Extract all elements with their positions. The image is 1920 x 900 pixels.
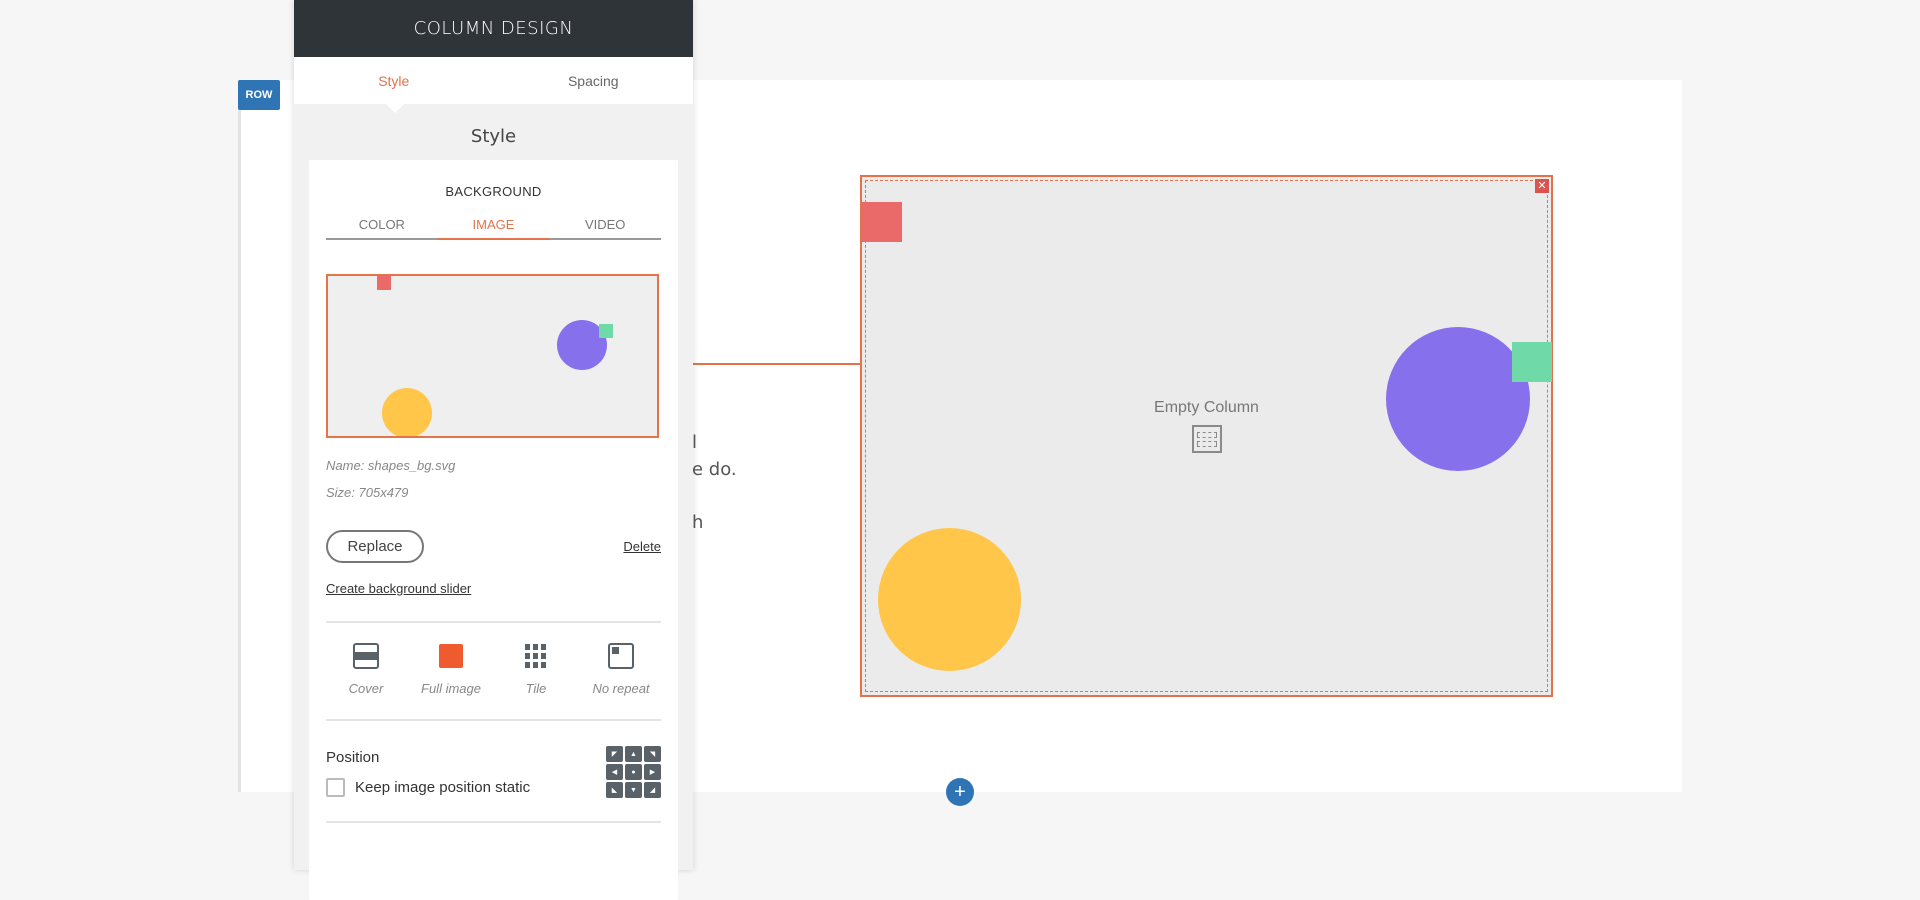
mode-tile[interactable]: Tile bbox=[496, 643, 576, 696]
keep-position-static-label: Keep image position static bbox=[355, 779, 531, 796]
keep-position-static-checkbox[interactable]: Keep image position static bbox=[326, 778, 530, 797]
tile-icon bbox=[523, 643, 549, 669]
delete-link[interactable]: Delete bbox=[623, 539, 661, 554]
tab-color[interactable]: COLOR bbox=[326, 217, 438, 240]
yellow-circle-shape bbox=[382, 388, 432, 436]
column-design-panel: COLUMN DESIGN Style Spacing Style BACKGR… bbox=[294, 0, 694, 900]
red-square-shape bbox=[377, 276, 391, 290]
divider bbox=[326, 719, 661, 721]
tab-style[interactable]: Style bbox=[294, 57, 494, 104]
arrow-up-left-icon[interactable]: ◤ bbox=[606, 746, 623, 762]
image-name: Name: shapes_bg.svg bbox=[326, 458, 456, 473]
center-dot-icon[interactable]: ● bbox=[625, 764, 642, 780]
empty-column-icon bbox=[1191, 425, 1222, 453]
row-badge[interactable]: ROW bbox=[238, 80, 280, 110]
full-image-icon bbox=[438, 643, 464, 669]
add-row-button[interactable]: + bbox=[946, 778, 974, 806]
mode-label: No repeat bbox=[592, 681, 650, 696]
arrow-down-right-icon[interactable]: ◢ bbox=[644, 782, 661, 798]
background-text-line: h bbox=[692, 512, 704, 533]
panel-tabs: Style Spacing bbox=[294, 57, 694, 113]
empty-column-label: Empty Column bbox=[1154, 399, 1259, 416]
tab-image[interactable]: IMAGE bbox=[437, 217, 550, 240]
arrow-down-left-icon[interactable]: ◣ bbox=[606, 782, 623, 798]
active-tab-caret bbox=[386, 104, 404, 113]
cover-icon bbox=[353, 643, 379, 669]
mode-full-image[interactable]: Full image bbox=[411, 643, 491, 696]
no-repeat-icon bbox=[608, 643, 634, 669]
arrow-up-right-icon[interactable]: ◥ bbox=[644, 746, 661, 762]
image-fit-modes: Cover Full image Tile No repeat bbox=[326, 643, 661, 696]
mode-cover[interactable]: Cover bbox=[326, 643, 406, 696]
mode-label: Tile bbox=[525, 681, 547, 696]
green-square-shape bbox=[599, 324, 613, 338]
position-label: Position bbox=[326, 749, 380, 766]
red-square-shape bbox=[862, 202, 902, 242]
divider bbox=[326, 621, 661, 623]
background-type-tabs: COLOR IMAGE VIDEO bbox=[326, 217, 661, 240]
image-size: Size: 705x479 bbox=[326, 485, 409, 500]
checkbox-box[interactable] bbox=[326, 778, 345, 797]
empty-column-placeholder: Empty Column bbox=[862, 399, 1551, 453]
background-text-line: e do. bbox=[692, 459, 737, 480]
background-image-thumbnail[interactable] bbox=[326, 274, 659, 438]
mode-label: Full image bbox=[421, 681, 481, 696]
background-card: BACKGROUND COLOR IMAGE VIDEO Name: shape… bbox=[309, 160, 678, 900]
arrow-right-icon[interactable]: ▶ bbox=[644, 764, 661, 780]
tab-spacing[interactable]: Spacing bbox=[494, 57, 694, 104]
green-square-shape bbox=[1512, 342, 1552, 382]
tab-video[interactable]: VIDEO bbox=[549, 217, 661, 240]
mode-no-repeat[interactable]: No repeat bbox=[581, 643, 661, 696]
row-strip bbox=[238, 80, 246, 792]
panel-title: COLUMN DESIGN bbox=[294, 0, 693, 57]
column-preview[interactable]: ✕ Empty Column bbox=[860, 175, 1553, 697]
divider bbox=[326, 821, 661, 823]
yellow-circle-shape bbox=[878, 528, 1021, 671]
mode-label: Cover bbox=[348, 681, 384, 696]
arrow-down-icon[interactable]: ▼ bbox=[625, 782, 642, 798]
create-background-slider-link[interactable]: Create background slider bbox=[326, 581, 471, 596]
arrow-left-icon[interactable]: ◀ bbox=[606, 764, 623, 780]
background-heading: BACKGROUND bbox=[445, 184, 542, 199]
replace-button[interactable]: Replace bbox=[326, 530, 424, 563]
position-grid: ◤ ▲ ◥ ◀ ● ▶ ◣ ▼ ◢ bbox=[606, 746, 661, 798]
close-icon[interactable]: ✕ bbox=[1535, 179, 1549, 193]
arrow-up-icon[interactable]: ▲ bbox=[625, 746, 642, 762]
section-title: Style bbox=[470, 126, 517, 147]
